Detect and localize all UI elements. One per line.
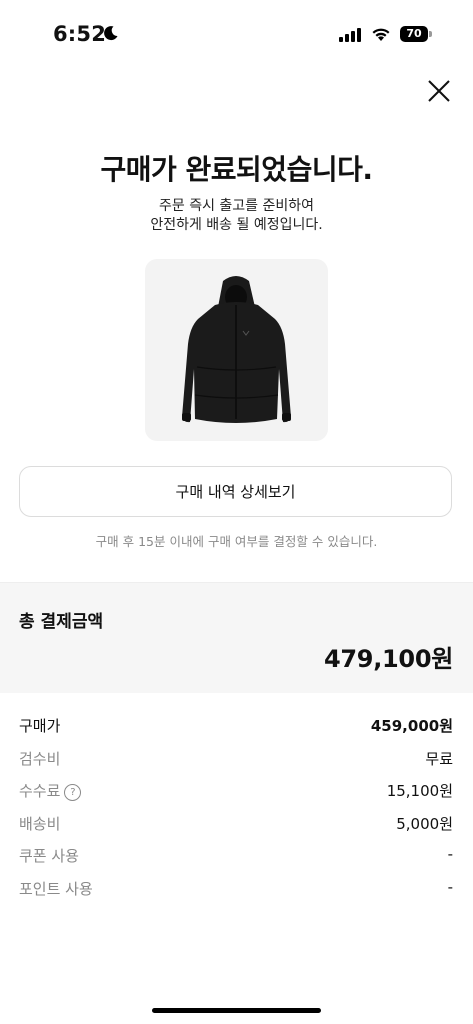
page-title: 구매가 완료되었습니다. xyxy=(100,153,374,186)
total-amount: 479,100원 xyxy=(324,645,453,673)
row-label-inspection-fee: 검수비 xyxy=(19,750,61,768)
row-label-purchase-price: 구매가 xyxy=(19,717,61,735)
battery-level: 70 xyxy=(400,26,428,42)
cellular-signal-icon xyxy=(339,28,361,42)
total-panel xyxy=(0,582,473,693)
purchase-detail-button[interactable]: 구매 내역 상세보기 xyxy=(19,466,452,517)
jacket-illustration xyxy=(182,276,291,423)
row-label-coupon: 쿠폰 사용 xyxy=(19,847,79,865)
total-label: 총 결제금액 xyxy=(19,612,104,632)
confirmation-message-line1: 주문 즉시 출고를 준비하여 xyxy=(158,198,315,214)
row-label-shipping-fee: 배송비 xyxy=(19,815,61,833)
moon-icon xyxy=(104,26,118,41)
row-value-purchase-price: 459,000원 xyxy=(370,717,453,735)
commission-label: 수수료 xyxy=(19,782,61,800)
home-indicator[interactable] xyxy=(152,1008,321,1013)
product-image xyxy=(145,259,328,441)
row-value-commission: 15,100원 xyxy=(386,782,453,800)
wifi-icon xyxy=(372,28,390,41)
row-label-points: 포인트 사용 xyxy=(19,880,93,898)
row-value-points: - xyxy=(447,878,453,896)
help-icon[interactable]: ? xyxy=(64,784,82,801)
row-value-shipping-fee: 5,000원 xyxy=(396,815,453,833)
row-value-inspection-fee: 무료 xyxy=(425,750,453,768)
close-icon[interactable] xyxy=(426,78,452,104)
purchase-notice: 구매 후 15분 이내에 구매 여부를 결정할 수 있습니다. xyxy=(95,534,378,549)
confirmation-message: 주문 즉시 출고를 준비하여 안전하게 배송 될 예정입니다. xyxy=(0,197,473,235)
status-time: 6:52 xyxy=(53,22,107,46)
battery-icon: 70 xyxy=(400,26,434,42)
row-label-commission: 수수료? xyxy=(19,780,82,801)
row-value-coupon: - xyxy=(447,845,453,863)
confirmation-message-line2: 안전하게 배송 될 예정입니다. xyxy=(150,217,323,233)
